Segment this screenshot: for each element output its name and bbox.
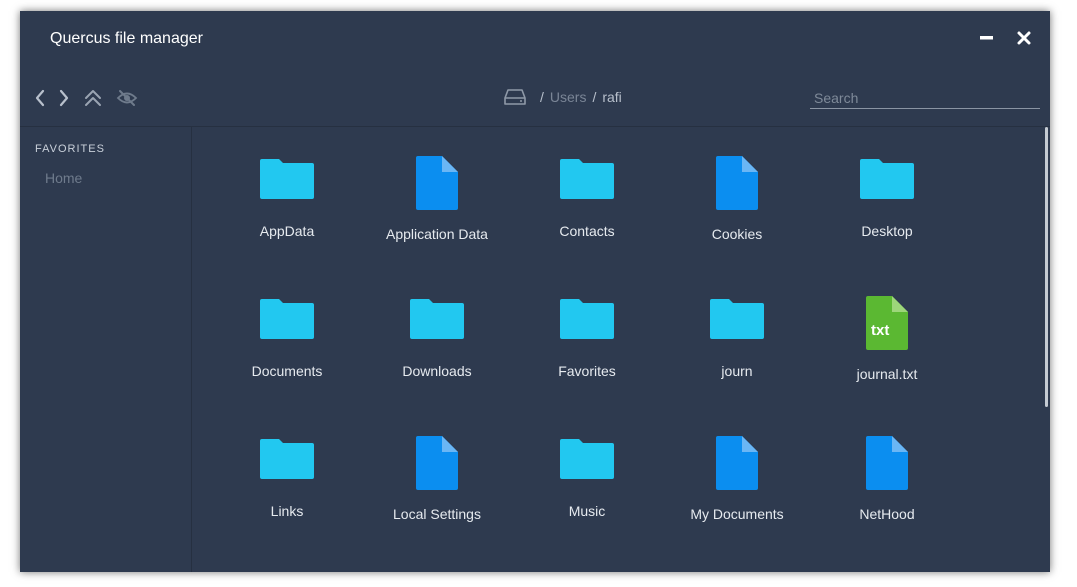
file-type-badge: txt xyxy=(871,322,890,339)
chevron-right-icon xyxy=(59,89,69,107)
file-name-label: Favorites xyxy=(558,363,616,379)
breadcrumb-users[interactable]: Users xyxy=(550,89,587,105)
file-grid: AppData Application Data Contacts Cookies De… xyxy=(192,127,1050,572)
minimize-icon xyxy=(980,36,993,40)
folder-item[interactable]: Documents xyxy=(212,267,362,387)
sidebar-item-home[interactable]: Home xyxy=(45,170,82,186)
forward-button[interactable] xyxy=(53,87,75,109)
file-name-label: Music xyxy=(568,503,606,519)
folder-icon xyxy=(259,435,315,491)
breadcrumb-separator: / xyxy=(592,89,597,105)
up-directory-button[interactable] xyxy=(82,87,104,109)
hard-drive-icon[interactable] xyxy=(504,88,526,106)
folder-item[interactable]: Downloads xyxy=(362,267,512,387)
file-name-label: journ xyxy=(721,363,753,379)
folder-icon xyxy=(259,155,315,211)
file-icon xyxy=(709,155,765,211)
back-button[interactable] xyxy=(30,87,52,109)
file-item[interactable]: Application Data xyxy=(362,127,512,247)
file-item[interactable]: txt journal.txt xyxy=(812,267,962,387)
file-item[interactable]: My Documents xyxy=(662,407,812,527)
breadcrumb-rafi[interactable]: rafi xyxy=(602,89,621,105)
file-icon xyxy=(409,155,465,211)
file-name-label: NetHood xyxy=(859,506,915,522)
folder-icon xyxy=(559,155,615,211)
folder-item[interactable]: Favorites xyxy=(512,267,662,387)
file-name-label: journal.txt xyxy=(856,366,918,382)
folder-icon xyxy=(859,155,915,211)
folder-icon xyxy=(559,435,615,491)
file-name-label: AppData xyxy=(259,223,315,239)
folder-icon xyxy=(259,295,315,351)
breadcrumb-separator: / xyxy=(540,89,544,105)
toggle-hidden-files-button[interactable] xyxy=(116,87,138,109)
scrollbar[interactable] xyxy=(1045,127,1048,407)
file-icon xyxy=(409,435,465,491)
file-item[interactable]: Cookies xyxy=(662,127,812,247)
file-name-label: Contacts xyxy=(559,223,615,239)
file-item[interactable]: NetHood xyxy=(812,407,962,527)
file-icon xyxy=(859,435,915,491)
favorites-header: FAVORITES xyxy=(35,143,105,155)
folder-icon xyxy=(409,295,465,351)
search-input[interactable] xyxy=(810,87,1040,109)
eye-slash-icon xyxy=(116,90,138,106)
folder-item[interactable]: Contacts xyxy=(512,127,662,247)
file-name-label: My Documents xyxy=(690,506,784,522)
file-name-label: Local Settings xyxy=(393,506,481,522)
file-name-label: Links xyxy=(270,503,304,519)
title-bar: Quercus file manager xyxy=(20,11,1050,67)
file-name-label: Application Data xyxy=(386,226,488,242)
folder-item[interactable]: Desktop xyxy=(812,127,962,247)
close-button[interactable] xyxy=(1014,28,1034,48)
app-title: Quercus file manager xyxy=(50,30,203,47)
folder-icon xyxy=(709,295,765,351)
file-manager-window: Quercus file manager / Users / rafi Sear… xyxy=(20,11,1050,572)
file-name-label: Cookies xyxy=(711,226,763,242)
close-icon xyxy=(1017,31,1031,45)
folder-icon xyxy=(559,295,615,351)
minimize-button[interactable] xyxy=(977,28,997,48)
toolbar: / Users / rafi xyxy=(20,67,1050,127)
folder-item[interactable]: journ xyxy=(662,267,812,387)
folder-item[interactable]: Links xyxy=(212,407,362,527)
txt-file-icon: txt xyxy=(859,295,915,351)
file-name-label: Downloads xyxy=(402,363,472,379)
folder-item[interactable]: Music xyxy=(512,407,662,527)
file-icon xyxy=(709,435,765,491)
folder-item[interactable]: AppData xyxy=(212,127,362,247)
breadcrumb: / Users / rafi xyxy=(504,88,622,106)
file-name-label: Desktop xyxy=(861,223,913,239)
sidebar: FAVORITES Home xyxy=(20,127,192,572)
chevron-left-icon xyxy=(35,89,45,107)
file-item[interactable]: Local Settings xyxy=(362,407,512,527)
double-chevron-up-icon xyxy=(85,90,101,106)
file-name-label: Documents xyxy=(251,363,323,379)
